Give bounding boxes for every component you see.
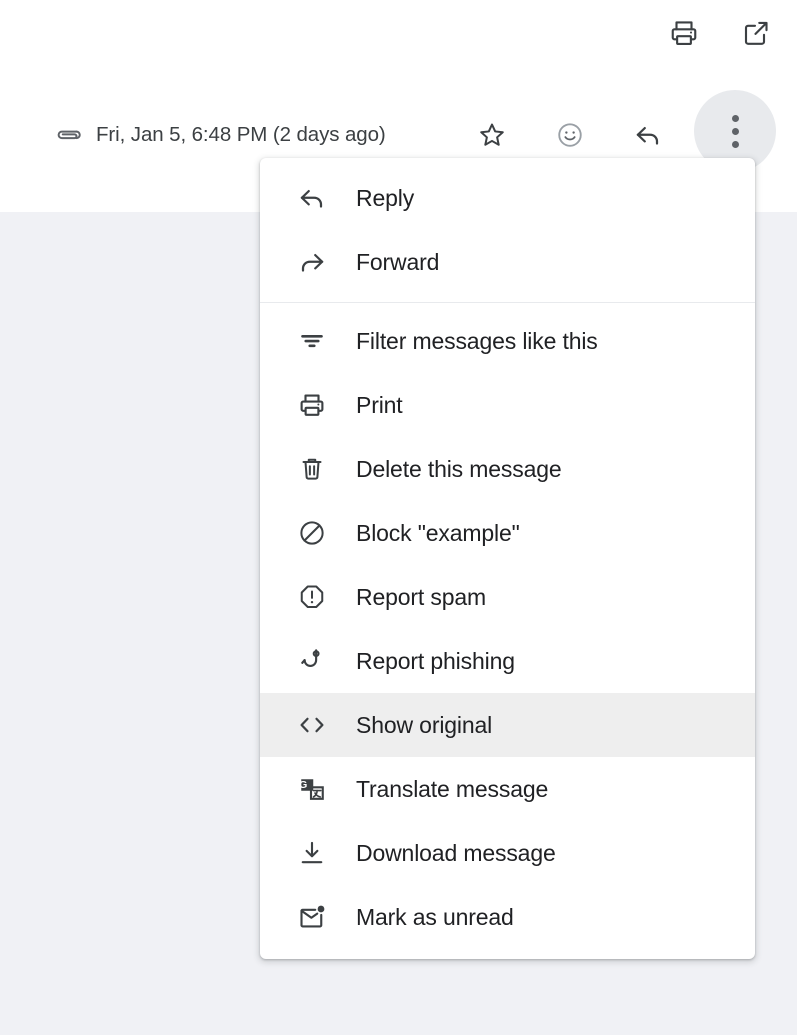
menu-item-report-phishing[interactable]: Report phishing <box>260 629 755 693</box>
code-brackets-icon <box>296 709 328 741</box>
menu-group-message-actions: Filter messages like this Print Delete t… <box>260 309 755 949</box>
reply-button[interactable] <box>626 113 670 157</box>
menu-item-label: Translate message <box>356 775 549 802</box>
menu-item-report-spam[interactable]: Report spam <box>260 565 755 629</box>
menu-item-label: Forward <box>356 248 440 275</box>
open-in-new-window-button[interactable] <box>733 10 779 56</box>
print-all-button[interactable] <box>661 10 707 56</box>
attachment-icon <box>52 120 82 150</box>
menu-item-delete-message[interactable]: Delete this message <box>260 437 755 501</box>
menu-item-label: Delete this message <box>356 455 562 482</box>
forward-arrow-icon <box>296 246 328 278</box>
svg-text:G: G <box>299 779 307 791</box>
star-outline-icon <box>477 120 507 150</box>
reply-arrow-icon <box>296 182 328 214</box>
menu-item-mark-as-unread[interactable]: Mark as unread <box>260 885 755 949</box>
report-spam-icon <box>296 581 328 613</box>
menu-item-label: Print <box>356 391 403 418</box>
menu-item-label: Mark as unread <box>356 903 514 930</box>
download-icon <box>296 837 328 869</box>
phishing-hook-icon <box>296 645 328 677</box>
message-date: Fri, Jan 5, 6:48 PM (2 days ago) <box>96 123 386 146</box>
menu-item-filter-messages[interactable]: Filter messages like this <box>260 309 755 373</box>
menu-item-label: Block "example" <box>356 519 520 546</box>
message-action-buttons <box>470 113 670 157</box>
menu-item-label: Show original <box>356 711 493 738</box>
menu-group-reply-forward: Reply Forward <box>260 166 755 294</box>
menu-item-block-sender[interactable]: Block "example" <box>260 501 755 565</box>
mark-unread-envelope-icon <box>296 901 328 933</box>
message-header-row: Fri, Jan 5, 6:48 PM (2 days ago) <box>0 112 797 158</box>
open-in-new-icon <box>741 18 771 48</box>
reply-arrow-icon <box>633 120 663 150</box>
menu-item-forward[interactable]: Forward <box>260 230 755 294</box>
menu-item-download-message[interactable]: Download message <box>260 821 755 885</box>
menu-item-label: Report spam <box>356 583 487 610</box>
print-icon <box>669 18 699 48</box>
menu-item-translate-message[interactable]: G Translate message <box>260 757 755 821</box>
top-toolbar <box>661 10 779 56</box>
emoji-smile-icon <box>555 120 585 150</box>
star-button[interactable] <box>470 113 514 157</box>
menu-item-reply[interactable]: Reply <box>260 166 755 230</box>
more-vert-icon <box>731 112 739 151</box>
block-icon <box>296 517 328 549</box>
translate-icon: G <box>296 773 328 805</box>
menu-item-show-original[interactable]: Show original <box>260 693 755 757</box>
menu-item-label: Download message <box>356 839 556 866</box>
menu-item-label: Reply <box>356 184 415 211</box>
add-reaction-button[interactable] <box>548 113 592 157</box>
print-icon <box>296 389 328 421</box>
menu-item-label: Report phishing <box>356 647 515 674</box>
menu-item-label: Filter messages like this <box>356 327 598 354</box>
menu-item-print[interactable]: Print <box>260 373 755 437</box>
filter-icon <box>296 325 328 357</box>
more-options-menu: Reply Forward Filter messages like this … <box>260 158 755 959</box>
menu-divider <box>260 302 755 303</box>
trash-icon <box>296 453 328 485</box>
